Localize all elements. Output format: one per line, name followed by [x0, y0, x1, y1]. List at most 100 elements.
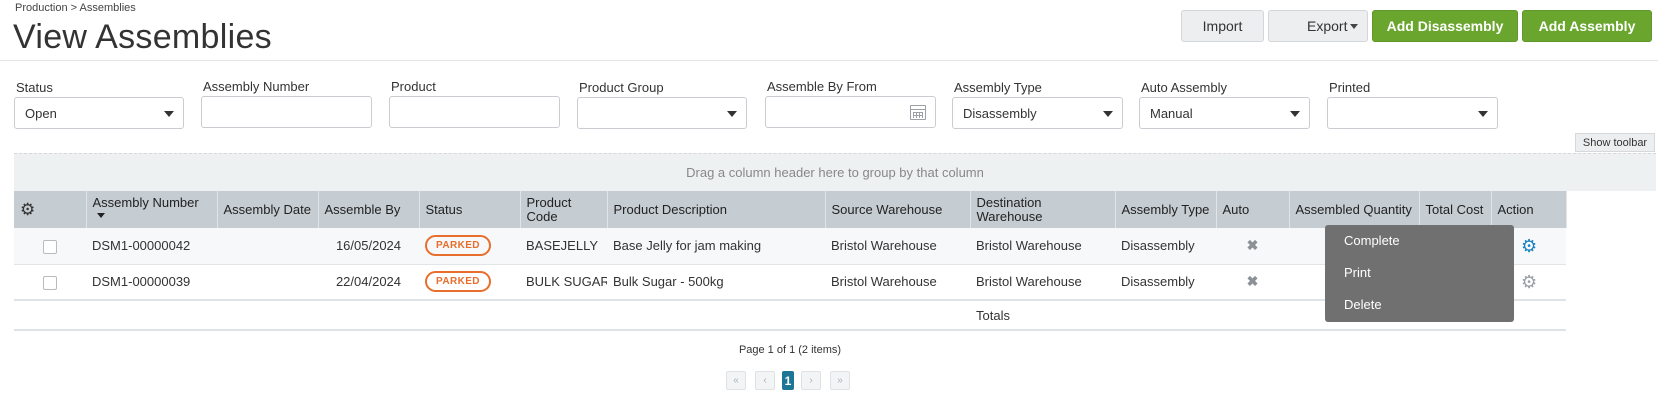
row-select-cell [14, 264, 86, 301]
assembly-number-link[interactable]: DSM1-00000042 [86, 228, 217, 265]
group-by-area[interactable]: Drag a column header here to group by th… [14, 153, 1656, 191]
status-select-value: Open [25, 105, 57, 121]
chevron-down-icon [1103, 111, 1113, 117]
column-label: Assembly Number [92, 194, 199, 210]
filter-printed-label: Printed [1329, 80, 1371, 95]
first-page-icon[interactable]: « [726, 371, 746, 390]
printed-select[interactable] [1327, 97, 1498, 129]
filter-product: Product [389, 79, 560, 128]
cross-icon: ✖ [1246, 273, 1259, 290]
menu-item-delete[interactable]: Delete [1325, 297, 1514, 329]
calendar-icon[interactable] [910, 105, 926, 120]
column-header-product-code[interactable]: Product Code [520, 191, 608, 228]
column-header-assemble-by[interactable]: Assemble By [318, 191, 420, 228]
assembly-type-cell: Disassembly [1115, 228, 1216, 265]
filter-status: Status Open [14, 80, 184, 129]
status-badge: PARKED [425, 271, 491, 293]
assembly-type-select[interactable]: Disassembly [952, 97, 1123, 129]
filter-status-label: Status [16, 80, 53, 95]
filter-auto-assembly: Auto Assembly Manual [1139, 80, 1310, 129]
column-header-auto[interactable]: Auto [1216, 191, 1290, 228]
auto-assembly-select-value: Manual [1150, 105, 1193, 121]
group-by-hint: Drag a column header here to group by th… [686, 165, 984, 180]
row-checkbox[interactable] [43, 275, 57, 290]
column-header-assembly-number[interactable]: Assembly Number [86, 191, 218, 228]
filter-assembly-number: Assembly Number [201, 79, 372, 128]
gear-icon[interactable]: ⚙ [1521, 273, 1537, 291]
product-input[interactable] [389, 96, 560, 128]
column-header-assembly-date[interactable]: Assembly Date [217, 191, 319, 228]
breadcrumb: Production > Assemblies [15, 2, 136, 14]
product-code-link[interactable]: BASEJELLY [520, 228, 607, 265]
filter-assemble-by-from-label: Assemble By From [767, 79, 877, 94]
totals-label: Totals [970, 299, 1115, 331]
page-number-button[interactable]: 1 [782, 371, 794, 390]
status-cell: PARKED [419, 228, 520, 265]
filter-product-group-label: Product Group [579, 80, 664, 95]
auto-cell: ✖ [1216, 264, 1289, 301]
sort-descending-icon [96, 212, 105, 218]
last-page-icon[interactable]: » [830, 371, 850, 390]
product-group-select[interactable] [577, 97, 747, 129]
add-assembly-button[interactable]: Add Assembly [1522, 10, 1652, 42]
assemble-by-from-input[interactable] [765, 96, 936, 128]
filter-assembly-number-label: Assembly Number [203, 79, 310, 94]
show-toolbar-button[interactable]: Show toolbar [1575, 133, 1655, 152]
menu-item-print[interactable]: Print [1325, 265, 1514, 297]
destination-warehouse-cell: Bristol Warehouse [970, 228, 1115, 265]
status-select[interactable]: Open [14, 97, 184, 129]
filter-assembly-type-label: Assembly Type [954, 80, 1042, 95]
page-title: View Assemblies [13, 18, 272, 56]
chevron-down-icon [1290, 111, 1300, 117]
chevron-down-icon [727, 111, 737, 117]
product-description-link[interactable]: Bulk Sugar - 500kg [607, 264, 825, 301]
row-action-menu: Complete Print Delete [1325, 225, 1514, 322]
top-actions: Import Export Add Disassembly Add Assemb… [1181, 10, 1652, 42]
column-header-destination-warehouse[interactable]: Destination Warehouse [970, 191, 1116, 228]
source-warehouse-cell: Bristol Warehouse [825, 228, 970, 265]
menu-item-complete[interactable]: Complete [1325, 233, 1514, 265]
assemble-by-cell: 16/05/2024 [318, 228, 419, 265]
export-button-label: Export [1307, 18, 1348, 34]
source-warehouse-cell: Bristol Warehouse [825, 264, 970, 301]
filter-product-label: Product [391, 79, 436, 94]
totals-spacer [14, 299, 970, 331]
assembly-number-link[interactable]: DSM1-00000039 [86, 264, 217, 301]
row-select-cell [14, 228, 86, 265]
filter-assembly-type: Assembly Type Disassembly [952, 80, 1123, 129]
product-description-link[interactable]: Base Jelly for jam making [607, 228, 825, 265]
column-settings[interactable]: ⚙ [14, 191, 87, 228]
assembly-type-select-value: Disassembly [963, 105, 1037, 121]
assemble-by-cell: 22/04/2024 [318, 264, 419, 301]
row-checkbox[interactable] [43, 239, 57, 254]
auto-cell: ✖ [1216, 228, 1289, 265]
pager: « ‹ 1 › » [726, 371, 850, 390]
column-header-assembly-type[interactable]: Assembly Type [1115, 191, 1217, 228]
next-page-icon[interactable]: › [801, 371, 821, 390]
gear-icon[interactable]: ⚙ [20, 200, 35, 219]
filter-product-group: Product Group [577, 80, 747, 129]
filter-printed: Printed [1327, 80, 1498, 129]
assembly-number-input[interactable] [201, 96, 372, 128]
assembly-date-cell [217, 228, 318, 265]
previous-page-icon[interactable]: ‹ [755, 371, 775, 390]
filter-assemble-by-from: Assemble By From [765, 79, 936, 128]
add-disassembly-button[interactable]: Add Disassembly [1372, 10, 1518, 42]
header-divider [0, 60, 1658, 61]
auto-assembly-select[interactable]: Manual [1139, 97, 1310, 129]
gear-icon[interactable]: ⚙ [1521, 237, 1537, 255]
column-header-status[interactable]: Status [419, 191, 521, 228]
column-header-source-warehouse[interactable]: Source Warehouse [825, 191, 971, 228]
filter-auto-assembly-label: Auto Assembly [1141, 80, 1227, 95]
column-header-product-description[interactable]: Product Description [607, 191, 826, 228]
column-header-assembled-quantity[interactable]: Assembled Quantity [1289, 191, 1420, 228]
export-button[interactable]: Export [1268, 10, 1368, 42]
import-button[interactable]: Import [1181, 10, 1264, 42]
product-code-link[interactable]: BULK SUGAR [520, 264, 607, 301]
column-header-total-cost[interactable]: Total Cost [1419, 191, 1492, 228]
pager-info: Page 1 of 1 (2 items) [738, 344, 842, 356]
destination-warehouse-cell: Bristol Warehouse [970, 264, 1115, 301]
status-cell: PARKED [419, 264, 520, 301]
chevron-down-icon [164, 111, 174, 117]
assembly-type-cell: Disassembly [1115, 264, 1216, 301]
